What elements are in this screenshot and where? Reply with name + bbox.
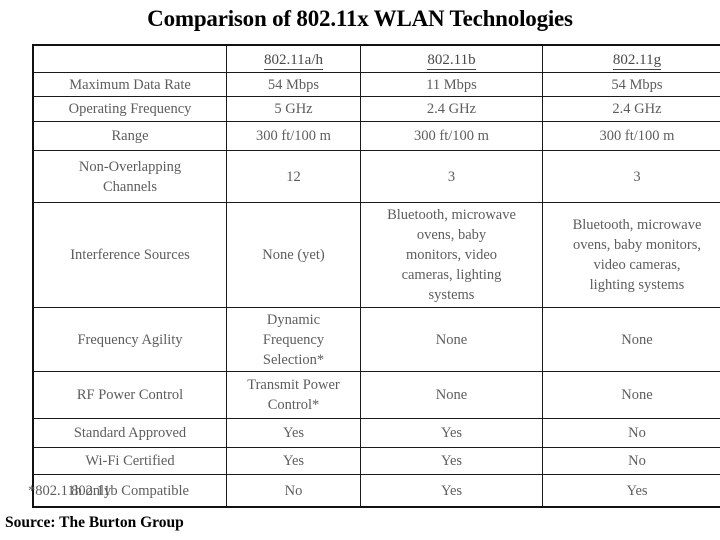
cell-standard-approved-80211g: No xyxy=(542,418,720,448)
cell-interference-sources-80211g: Bluetooth, microwave ovens, baby monitor… xyxy=(542,202,720,308)
table-row: Maximum Data Rate 54 Mbps 11 Mbps 54 Mbp… xyxy=(32,72,720,97)
cell-range-80211a: 300 ft/100 m xyxy=(226,121,361,151)
table-header-row: 802.11a/h 802.11b 802.11g xyxy=(32,44,720,73)
cell-rf-power-control-80211a: Transmit Power Control* xyxy=(226,371,361,419)
table-row: Operating Frequency 5 GHz 2.4 GHz 2.4 GH… xyxy=(32,96,720,122)
row-label-range: Range xyxy=(32,121,227,151)
cell-max-data-rate-80211a: 54 Mbps xyxy=(226,72,361,97)
table-row: 802.11b Compatible No Yes Yes xyxy=(32,474,720,508)
table-row: Standard Approved Yes Yes No xyxy=(32,418,720,448)
cell-80211b-compatible-80211a: No xyxy=(226,474,361,508)
header-label-80211g: 802.11g xyxy=(612,52,662,70)
header-cell-blank xyxy=(32,44,227,73)
cell-max-data-rate-80211b: 11 Mbps xyxy=(360,72,543,97)
cell-range-80211g: 300 ft/100 m xyxy=(542,121,720,151)
source-attribution: Source: The Burton Group xyxy=(5,514,184,531)
header-cell-80211b: 802.11b xyxy=(360,44,543,73)
row-label-wifi-certified: Wi-Fi Certified xyxy=(32,447,227,475)
wlan-comparison-table: 802.11a/h 802.11b 802.11g Maximum Data R… xyxy=(32,44,720,508)
cell-interference-sources-80211b: Bluetooth, microwave ovens, baby monitor… xyxy=(360,202,543,308)
table-row: RF Power Control Transmit Power Control*… xyxy=(32,371,720,419)
header-cell-80211g: 802.11g xyxy=(542,44,720,73)
cell-80211b-compatible-80211b: Yes xyxy=(360,474,543,508)
cell-operating-frequency-80211b: 2.4 GHz xyxy=(360,96,543,122)
cell-non-overlapping-channels-80211g: 3 xyxy=(542,150,720,203)
header-cell-80211a: 802.11a/h xyxy=(226,44,361,73)
cell-standard-approved-80211a: Yes xyxy=(226,418,361,448)
row-label-non-overlapping-channels: Non-Overlapping Channels xyxy=(32,150,227,203)
cell-range-80211b: 300 ft/100 m xyxy=(360,121,543,151)
cell-wifi-certified-80211b: Yes xyxy=(360,447,543,475)
table-row: Frequency Agility Dynamic Frequency Sele… xyxy=(32,307,720,372)
table-row: Wi-Fi Certified Yes Yes No xyxy=(32,447,720,475)
cell-standard-approved-80211b: Yes xyxy=(360,418,543,448)
cell-non-overlapping-channels-80211b: 3 xyxy=(360,150,543,203)
table-footnote: *802.11h only xyxy=(28,483,112,499)
row-label-operating-frequency: Operating Frequency xyxy=(32,96,227,122)
row-label-interference-sources: Interference Sources xyxy=(32,202,227,308)
cell-rf-power-control-80211g: None xyxy=(542,371,720,419)
cell-interference-sources-80211a: None (yet) xyxy=(226,202,361,308)
header-label-80211a: 802.11a/h xyxy=(263,52,324,70)
table-row: Non-Overlapping Channels 12 3 3 xyxy=(32,150,720,203)
cell-max-data-rate-80211g: 54 Mbps xyxy=(542,72,720,97)
cell-frequency-agility-80211g: None xyxy=(542,307,720,372)
cell-frequency-agility-80211b: None xyxy=(360,307,543,372)
row-label-max-data-rate: Maximum Data Rate xyxy=(32,72,227,97)
table-row: Interference Sources None (yet) Bluetoot… xyxy=(32,202,720,308)
header-label-80211b: 802.11b xyxy=(427,52,476,70)
cell-frequency-agility-80211a: Dynamic Frequency Selection* xyxy=(226,307,361,372)
table-row: Range 300 ft/100 m 300 ft/100 m 300 ft/1… xyxy=(32,121,720,151)
row-label-frequency-agility: Frequency Agility xyxy=(32,307,227,372)
cell-wifi-certified-80211a: Yes xyxy=(226,447,361,475)
cell-wifi-certified-80211g: No xyxy=(542,447,720,475)
row-label-standard-approved: Standard Approved xyxy=(32,418,227,448)
row-label-rf-power-control: RF Power Control xyxy=(32,371,227,419)
cell-operating-frequency-80211a: 5 GHz xyxy=(226,96,361,122)
page-title: Comparison of 802.11x WLAN Technologies xyxy=(147,6,573,31)
cell-rf-power-control-80211b: None xyxy=(360,371,543,419)
cell-operating-frequency-80211g: 2.4 GHz xyxy=(542,96,720,122)
cell-non-overlapping-channels-80211a: 12 xyxy=(226,150,361,203)
cell-80211b-compatible-80211g: Yes xyxy=(542,474,720,508)
